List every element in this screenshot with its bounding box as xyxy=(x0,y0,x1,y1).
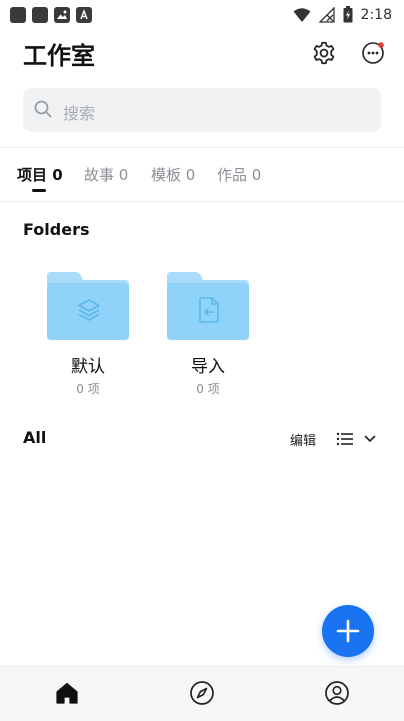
edit-button[interactable]: 编辑 xyxy=(290,430,316,449)
tab-bar: 项目 0 故事 0 模板 0 作品 0 xyxy=(0,160,404,200)
signal-off-icon xyxy=(318,6,335,23)
folder-count: 0 项 xyxy=(76,382,100,396)
folders-section-title: Folders xyxy=(23,220,90,239)
folder-icon xyxy=(165,270,251,342)
app-notification-icon xyxy=(10,7,26,23)
divider xyxy=(0,201,404,202)
wifi-icon xyxy=(293,7,311,22)
folder-icon xyxy=(45,270,131,342)
folder-import[interactable]: 导入 0 项 xyxy=(163,270,253,397)
profile-icon[interactable] xyxy=(324,680,350,706)
folder-count: 0 项 xyxy=(196,382,220,396)
app-notification-icon xyxy=(32,7,48,23)
bottom-navigation xyxy=(0,666,404,721)
divider xyxy=(0,147,404,148)
battery-charging-icon xyxy=(343,6,353,23)
search-placeholder: 搜索 xyxy=(63,104,96,123)
tab-works[interactable]: 作品 0 xyxy=(217,164,261,185)
header: 工作室 xyxy=(0,30,404,78)
layers-icon xyxy=(78,299,100,321)
folder-default[interactable]: 默认 0 项 xyxy=(43,270,133,397)
tab-stories[interactable]: 故事 0 xyxy=(84,164,128,185)
home-icon[interactable] xyxy=(54,680,80,706)
folder-name: 默认 xyxy=(71,357,105,377)
view-mode-dropdown[interactable] xyxy=(336,429,380,449)
list-view-icon xyxy=(336,432,353,446)
image-notification-icon xyxy=(54,7,70,23)
all-section-title: All xyxy=(23,428,47,447)
more-options-icon[interactable] xyxy=(361,40,387,66)
active-tab-indicator xyxy=(32,189,46,192)
status-bar: 2:18 xyxy=(0,0,404,30)
explore-compass-icon[interactable] xyxy=(189,680,215,706)
search-icon xyxy=(34,100,52,118)
folder-name: 导入 xyxy=(191,357,225,377)
plus-icon xyxy=(336,619,360,643)
chevron-down-icon xyxy=(364,435,376,442)
tab-templates[interactable]: 模板 0 xyxy=(151,164,195,185)
status-time: 2:18 xyxy=(360,6,392,23)
notification-dot xyxy=(378,42,384,48)
add-button[interactable] xyxy=(322,605,374,657)
tab-projects[interactable]: 项目 0 xyxy=(17,164,63,185)
text-notification-icon xyxy=(76,7,92,23)
search-bar[interactable]: 搜索 xyxy=(23,88,381,132)
notification-icons xyxy=(10,7,92,23)
settings-gear-icon[interactable] xyxy=(311,40,337,66)
page-title: 工作室 xyxy=(23,42,95,70)
import-file-icon xyxy=(199,297,219,323)
